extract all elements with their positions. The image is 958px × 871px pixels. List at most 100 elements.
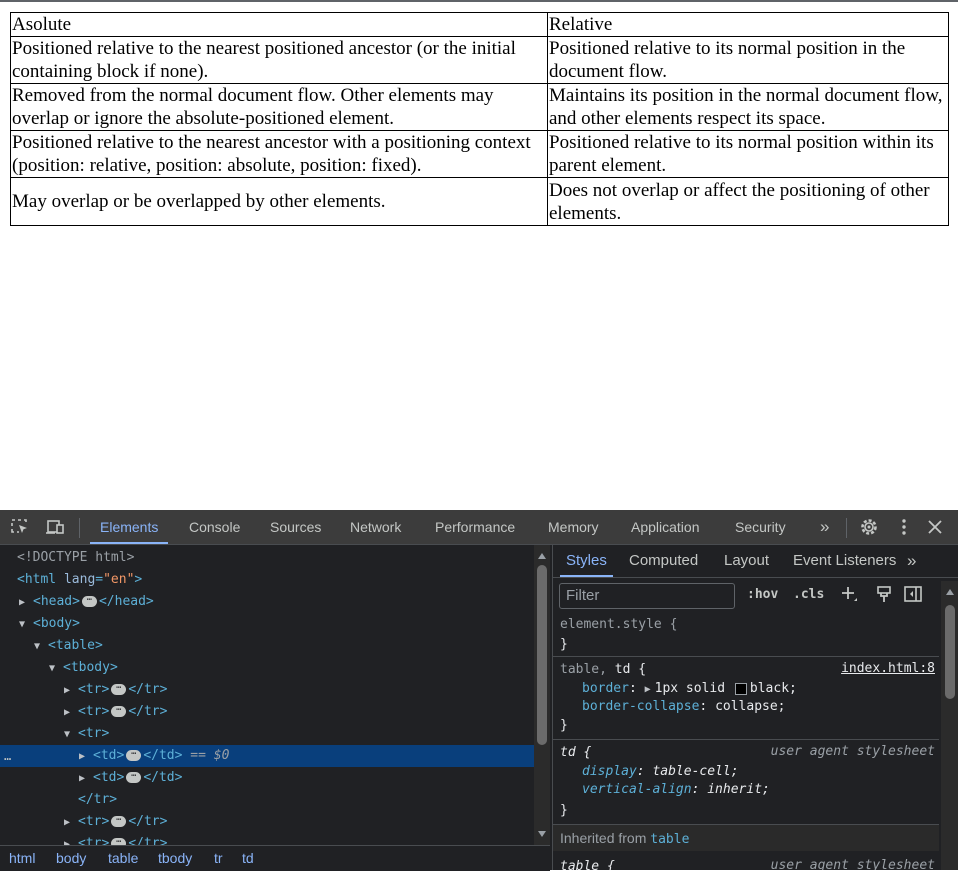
dom-line-td[interactable]: ▶ <td> ⋯ </td> [0,767,534,789]
more-tabs-icon[interactable]: » [820,510,829,544]
tab-sources[interactable]: Sources [270,510,321,544]
dom-line-tr-close[interactable]: </tr> [0,789,534,811]
tab-performance[interactable]: Performance [435,510,515,544]
breadcrumb-body[interactable]: body [56,846,86,871]
html-tag-close: > [134,572,143,587]
breadcrumb-html[interactable]: html [9,846,35,871]
table-cell: Removed from the normal document flow. O… [10,83,548,131]
collapse-triangle-icon[interactable]: ▼ [49,658,63,680]
dom-line-td-selected[interactable]: … ▶ <td> ⋯ </td> == $0 [0,745,534,767]
breadcrumb-table[interactable]: table [108,846,138,871]
expand-triangle-icon[interactable]: ▶ [64,702,78,724]
expand-triangle-icon[interactable]: ▶ [64,834,78,845]
dom-line-tr-expanded[interactable]: ▼ <tr> [0,723,534,745]
style-property-vertical-align[interactable]: vertical-align: inherit; [582,781,770,799]
table-row: May overlap or be overlapped by other el… [10,177,949,226]
scroll-up-arrow-icon[interactable] [538,553,546,559]
tab-styles[interactable]: Styles [560,545,613,577]
new-style-rule-icon[interactable] [839,585,859,603]
rule-selector-td: td { [560,745,592,760]
rule-source-link[interactable]: index.html:8 [841,661,935,676]
table-cell: Does not overlap or affect the positioni… [547,177,949,226]
paint-brush-icon[interactable] [874,585,894,603]
colon: : [691,782,700,797]
more-subtabs-icon[interactable]: » [907,545,916,577]
dom-line-html[interactable]: <html lang="en"> [0,569,534,591]
inherited-tag-link[interactable]: table [650,832,689,847]
collapsed-ellipsis-icon[interactable]: ⋯ [126,772,142,783]
tab-application[interactable]: Application [631,510,700,544]
expand-shorthand-icon[interactable]: ▶ [645,681,655,699]
breadcrumb-td[interactable]: td [242,846,254,871]
dom-line-table[interactable]: ▼ <table> [0,635,534,657]
close-devtools-icon[interactable] [925,518,945,536]
collapse-triangle-icon[interactable]: ▼ [34,636,48,658]
tab-elements[interactable]: Elements [89,510,169,544]
style-property-border[interactable]: border: ▶ 1px solid black; [582,680,797,698]
scroll-down-arrow-icon[interactable] [538,831,546,837]
tab-layout[interactable]: Layout [724,545,769,577]
tab-console[interactable]: Console [189,510,240,544]
dom-line-tr[interactable]: ▶ <tr> ⋯ </tr> [0,701,534,723]
property-value: black; [749,681,797,696]
user-agent-stylesheet-label: user agent stylesheet [770,858,935,870]
dom-line-tbody[interactable]: ▼ <tbody> [0,657,534,679]
breadcrumb-tr[interactable]: tr [214,846,223,871]
styles-filter-box [559,583,735,609]
collapsed-ellipsis-icon[interactable]: ⋯ [111,684,127,695]
expand-triangle-icon[interactable]: ▶ [64,812,78,834]
tab-computed[interactable]: Computed [629,545,698,577]
doctype-text: <!DOCTYPE html> [17,550,135,565]
scrollbar-thumb[interactable] [537,565,547,745]
table-cell: Positioned relative to its normal positi… [547,36,949,84]
tab-security[interactable]: Security [735,510,786,544]
dom-line-body[interactable]: ▼ <body> [0,613,534,635]
collapse-triangle-icon[interactable]: ▼ [19,614,33,636]
elements-tree: <!DOCTYPE html> <html lang="en"> ▶ <head>… [0,545,534,845]
scroll-up-arrow-icon[interactable] [946,589,954,595]
close-brace: } [560,803,568,818]
header-cell-relative: Relative [547,12,949,37]
collapsed-ellipsis-icon[interactable]: ⋯ [111,816,127,827]
style-property-display[interactable]: display: table-cell; [582,763,739,781]
hover-state-toggle[interactable]: :hov [747,585,778,605]
expand-triangle-icon[interactable]: ▶ [79,746,93,768]
color-swatch[interactable] [734,682,747,695]
collapsed-ellipsis-icon[interactable]: ⋯ [111,838,127,845]
dom-line-tr[interactable]: ▶ <tr> ⋯ </tr> [0,811,534,833]
style-property-border-collapse[interactable]: border-collapse: collapse; [582,698,786,716]
class-toggle[interactable]: .cls [793,585,824,605]
expand-triangle-icon[interactable]: ▶ [79,768,93,790]
property-value: collapse; [715,699,786,714]
expand-triangle-icon[interactable]: ▶ [64,680,78,702]
dom-line-tr[interactable]: ▶ <tr> ⋯ </tr> [0,833,534,845]
td-close-tag: </td> [143,770,183,785]
device-toolbar-icon[interactable] [45,518,65,536]
tab-event-listeners[interactable]: Event Listeners [793,545,896,577]
dom-line-tr[interactable]: ▶ <tr> ⋯ </tr> [0,679,534,701]
collapsed-ellipsis-icon[interactable]: ⋯ [126,750,142,761]
collapse-triangle-icon[interactable]: ▼ [64,724,78,746]
elements-scrollbar[interactable] [534,545,550,845]
scrollbar-thumb[interactable] [945,605,955,699]
dom-line-doctype[interactable]: <!DOCTYPE html> [0,547,534,569]
property-name: border-collapse [582,699,700,714]
styles-scrollbar[interactable] [941,581,958,870]
settings-gear-icon[interactable] [859,518,879,536]
styles-filter-input[interactable] [560,584,732,606]
breadcrumb-tbody[interactable]: tbody [158,846,192,871]
inspect-element-icon[interactable] [10,518,30,536]
collapsed-ellipsis-icon[interactable]: ⋯ [111,706,127,717]
collapsed-ellipsis-icon[interactable]: ⋯ [81,596,97,607]
header-cell-absolute: Asolute [10,12,548,37]
tab-network[interactable]: Network [350,510,401,544]
row-actions-ellipsis-icon[interactable]: … [4,745,11,767]
kebab-menu-icon[interactable] [894,518,914,536]
devtools-tabbar: Elements Console Sources Network Perform… [0,510,958,545]
expand-triangle-icon[interactable]: ▶ [19,592,33,614]
table-cell: Positioned relative to the nearest ances… [10,130,548,178]
html-tag: <html [17,572,57,587]
tab-memory[interactable]: Memory [548,510,599,544]
toggle-sidebar-icon[interactable] [903,585,923,603]
dom-line-head[interactable]: ▶ <head> ⋯ </head> [0,591,534,613]
